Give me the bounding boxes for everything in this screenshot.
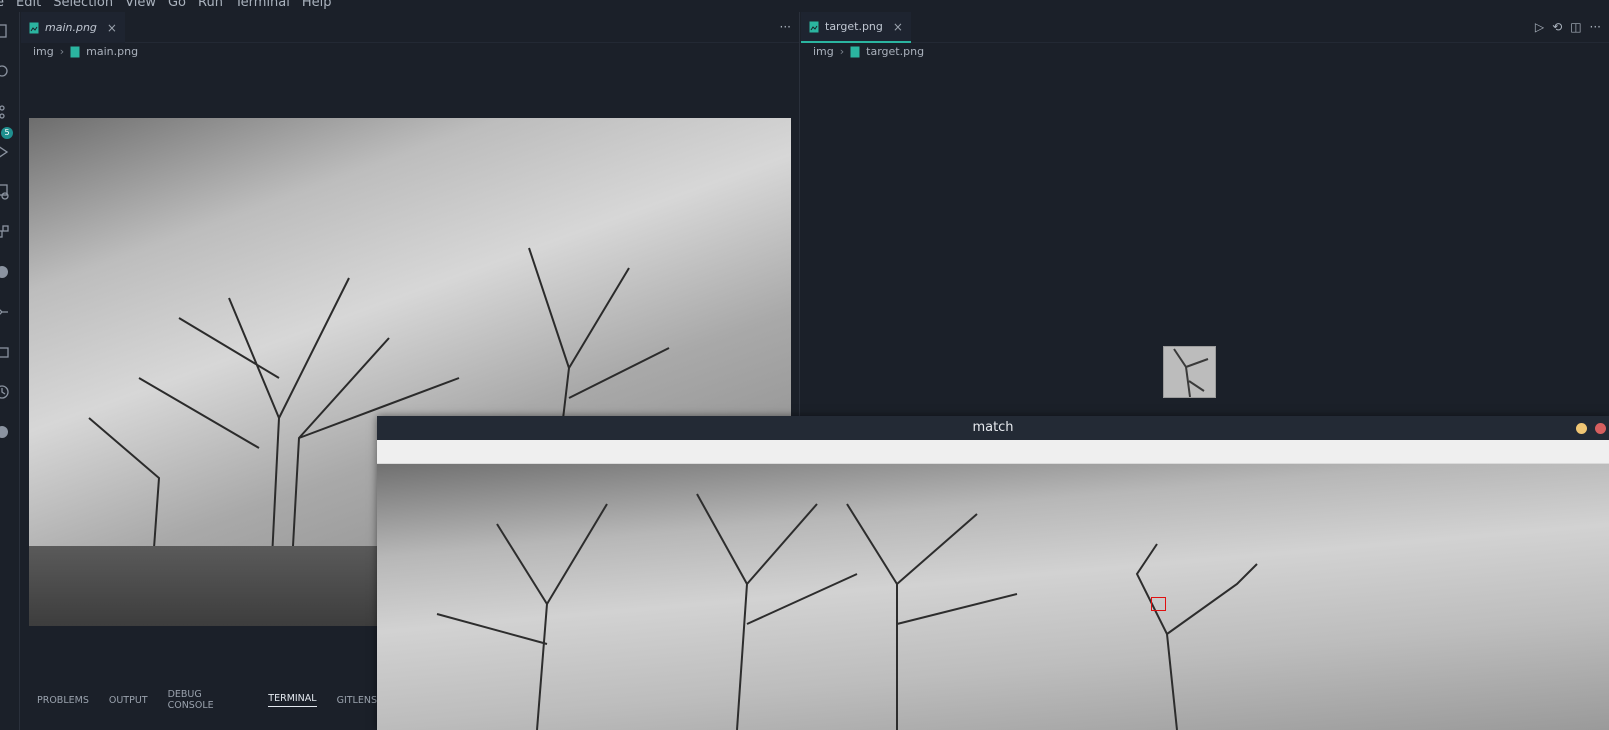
extensions-icon[interactable]: [0, 224, 10, 240]
window-titlebar[interactable]: match: [377, 416, 1609, 440]
window-title: match: [972, 420, 1014, 435]
folder-icon[interactable]: [0, 344, 10, 360]
window-toolbar: [377, 440, 1609, 464]
image-file-icon: [29, 22, 39, 33]
panel-tab-output[interactable]: OUTPUT: [109, 695, 148, 706]
menu-edit[interactable]: Edit: [16, 0, 41, 10]
menu-terminal[interactable]: Terminal: [235, 0, 290, 10]
more-actions-button[interactable]: ···: [780, 20, 791, 34]
image-file-icon: [70, 46, 80, 57]
match-result-image: [377, 464, 1609, 730]
tab-bar: target.png × ▷ ⟲ ◫ ···: [801, 12, 1609, 43]
github-icon[interactable]: [0, 264, 10, 280]
git-graph-icon[interactable]: [0, 304, 10, 320]
search-icon[interactable]: [0, 64, 10, 80]
run-icon[interactable]: ▷: [1535, 20, 1544, 34]
more-actions-button[interactable]: ···: [1590, 20, 1601, 34]
menu-item[interactable]: e: [0, 0, 4, 10]
close-button[interactable]: [1595, 423, 1606, 434]
target-image-preview: [1163, 346, 1216, 398]
close-icon[interactable]: ×: [893, 20, 903, 34]
history-icon[interactable]: ⟲: [1552, 20, 1562, 34]
chevron-right-icon: ›: [839, 45, 845, 58]
split-editor-icon[interactable]: ◫: [1570, 20, 1581, 34]
remote-explorer-icon[interactable]: [0, 184, 10, 200]
branch-detail: [1173, 348, 1209, 397]
breadcrumb-file[interactable]: target.png: [866, 45, 924, 58]
menu-run[interactable]: Run: [198, 0, 223, 10]
panel-tab-problems[interactable]: PROBLEMS: [37, 695, 89, 706]
spotify-icon[interactable]: [0, 424, 10, 440]
menu-go[interactable]: Go: [168, 0, 186, 10]
panel-tab-bar: PROBLEMS OUTPUT DEBUG CONSOLE TERMINAL G…: [21, 688, 377, 712]
panel-tab-debug-console[interactable]: DEBUG CONSOLE: [168, 689, 249, 711]
source-control-icon[interactable]: [0, 104, 10, 120]
activity-bar: 5: [0, 12, 20, 730]
breadcrumb-folder[interactable]: img: [33, 45, 54, 58]
panel-tab-gitlens[interactable]: GITLENS: [337, 695, 377, 706]
tab-label: target.png: [825, 20, 883, 33]
match-window: match: [377, 416, 1609, 730]
tab-target-png[interactable]: target.png ×: [801, 12, 911, 43]
menu-help[interactable]: Help: [302, 0, 332, 10]
image-file-icon: [850, 46, 860, 57]
image-file-icon: [809, 21, 819, 32]
source-control-badge: 5: [1, 127, 13, 139]
breadcrumb-file[interactable]: main.png: [86, 45, 138, 58]
chevron-right-icon: ›: [59, 45, 65, 58]
close-icon[interactable]: ×: [107, 21, 117, 35]
tab-label: main.png: [45, 21, 97, 34]
menu-selection[interactable]: Selection: [53, 0, 113, 10]
timeline-icon[interactable]: [0, 384, 10, 400]
tab-main-png[interactable]: main.png ×: [21, 12, 125, 43]
panel-tab-terminal[interactable]: TERMINAL: [268, 693, 317, 707]
trees-silhouette: [436, 493, 1258, 730]
minimize-button[interactable]: [1576, 423, 1587, 434]
breadcrumb: img › target.png: [813, 45, 924, 58]
breadcrumb: img › main.png: [33, 45, 138, 58]
explorer-icon[interactable]: [0, 24, 10, 40]
breadcrumb-folder[interactable]: img: [813, 45, 834, 58]
match-highlight-box: [1151, 597, 1166, 611]
menu-view[interactable]: View: [125, 0, 156, 10]
run-debug-icon[interactable]: [0, 144, 10, 160]
tab-bar: main.png × ···: [21, 12, 799, 43]
menu-bar: e Edit Selection View Go Run Terminal He…: [0, 0, 1609, 12]
